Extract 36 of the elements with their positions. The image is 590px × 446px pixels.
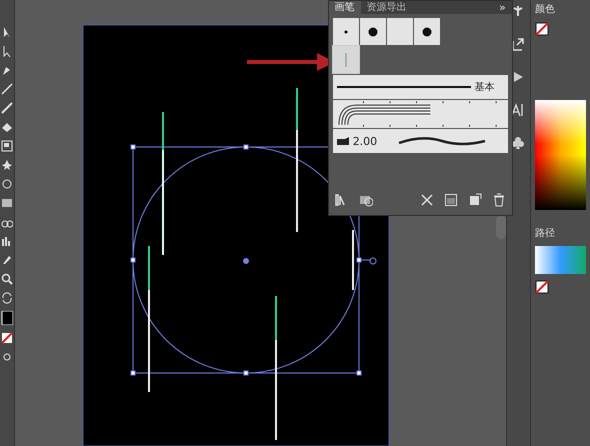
- gradient-bar[interactable]: [535, 246, 586, 274]
- brush-swatch[interactable]: [332, 18, 359, 45]
- stroke-line: [352, 230, 354, 290]
- trash-icon[interactable]: [492, 193, 506, 207]
- panel-tab[interactable]: 画笔: [328, 1, 361, 14]
- search-icon[interactable]: [0, 273, 13, 285]
- brush-swatch[interactable]: [386, 18, 413, 45]
- stroke-preview-icon[interactable]: [336, 84, 471, 90]
- brush-row[interactable]: 2.00: [332, 129, 508, 153]
- calligraphic-icon[interactable]: [336, 137, 349, 145]
- scrollbar[interactable]: [496, 215, 506, 239]
- brush-swatch[interactable]: [360, 18, 386, 45]
- bar-chart-icon[interactable]: [0, 235, 13, 247]
- brush-swatch[interactable]: [332, 46, 359, 73]
- text-cursor-icon[interactable]: [511, 103, 526, 117]
- panel-tab[interactable]: 资源导出: [360, 1, 413, 14]
- brush-row[interactable]: 基本: [332, 75, 508, 99]
- star-icon[interactable]: [0, 159, 13, 171]
- panel-title[interactable]: 路径: [535, 226, 586, 240]
- club-icon[interactable]: [511, 136, 526, 150]
- fill-none-icon[interactable]: [535, 280, 550, 294]
- play-icon[interactable]: [511, 70, 526, 84]
- color-spectrum[interactable]: [535, 100, 586, 210]
- line-icon[interactable]: [0, 83, 13, 95]
- brush-size: 2.00: [352, 134, 378, 148]
- brush-swatch[interactable]: [414, 18, 440, 45]
- export-icon[interactable]: [511, 37, 526, 51]
- fill-none-icon[interactable]: [0, 332, 13, 344]
- fill-none-icon[interactable]: [535, 22, 550, 36]
- eyedropper-icon[interactable]: [0, 254, 13, 266]
- remove-stroke-icon[interactable]: [420, 193, 434, 207]
- panel-title[interactable]: 颜色: [535, 2, 586, 16]
- brush-name: 基本: [474, 80, 495, 94]
- overflow-button[interactable]: »: [492, 1, 512, 14]
- circle-icon[interactable]: [0, 178, 13, 190]
- stroke-preview-icon[interactable]: [396, 135, 487, 147]
